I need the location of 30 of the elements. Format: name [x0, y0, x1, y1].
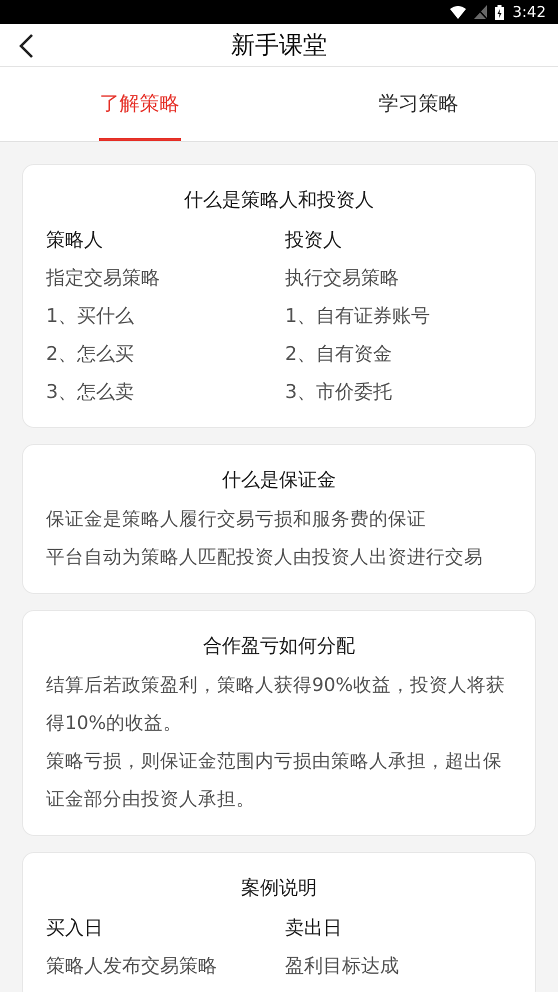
card-title: 什么是保证金: [221, 468, 337, 493]
list-line: 2、自有资金: [285, 342, 394, 367]
tab[interactable]: 学习策略: [378, 67, 460, 141]
list-line: 3、怎么卖: [46, 380, 136, 405]
list-line: 执行交易策略: [285, 266, 400, 291]
list-line: 3、市价委托: [285, 380, 394, 405]
column-heading: 卖出日: [285, 916, 343, 941]
status-time: 3:42: [512, 3, 546, 21]
back-icon[interactable]: [18, 33, 34, 59]
tab[interactable]: 了解策略: [98, 67, 180, 141]
paragraph: 策略亏损，则保证金范围内亏损由策略人承担，超出保证金部分由投资人承担。: [46, 750, 503, 812]
list-line: 1、买什么: [46, 304, 136, 329]
page-title: 新手课堂: [231, 30, 327, 61]
list-line: 盈利目标达成: [285, 954, 400, 979]
card-title: 合作盈亏如何分配: [202, 634, 356, 659]
battery-icon: [495, 4, 504, 20]
card-title: 案例说明: [240, 876, 318, 901]
column-heading: 投资人: [285, 228, 343, 253]
list-line: 指定交易策略: [46, 266, 161, 291]
column-heading: 策略人: [46, 228, 104, 253]
card-title: 什么是策略人和投资人: [183, 188, 375, 213]
column-heading: 买入日: [46, 916, 104, 941]
wifi-icon: [450, 6, 466, 18]
paragraph: 平台自动为策略人匹配投资人由投资人出资进行交易: [46, 546, 484, 570]
signal-icon: [474, 5, 488, 19]
list-line: 2、怎么买: [46, 342, 136, 367]
paragraph: 保证金是策略人履行交易亏损和服务费的保证: [46, 508, 427, 532]
list-line: 1、自有证券账号: [285, 304, 432, 329]
paragraph: 结算后若政策盈利，策略人获得90%收益，投资人将获得10%的收益。: [46, 674, 506, 736]
list-line: 策略人发布交易策略: [46, 954, 218, 979]
